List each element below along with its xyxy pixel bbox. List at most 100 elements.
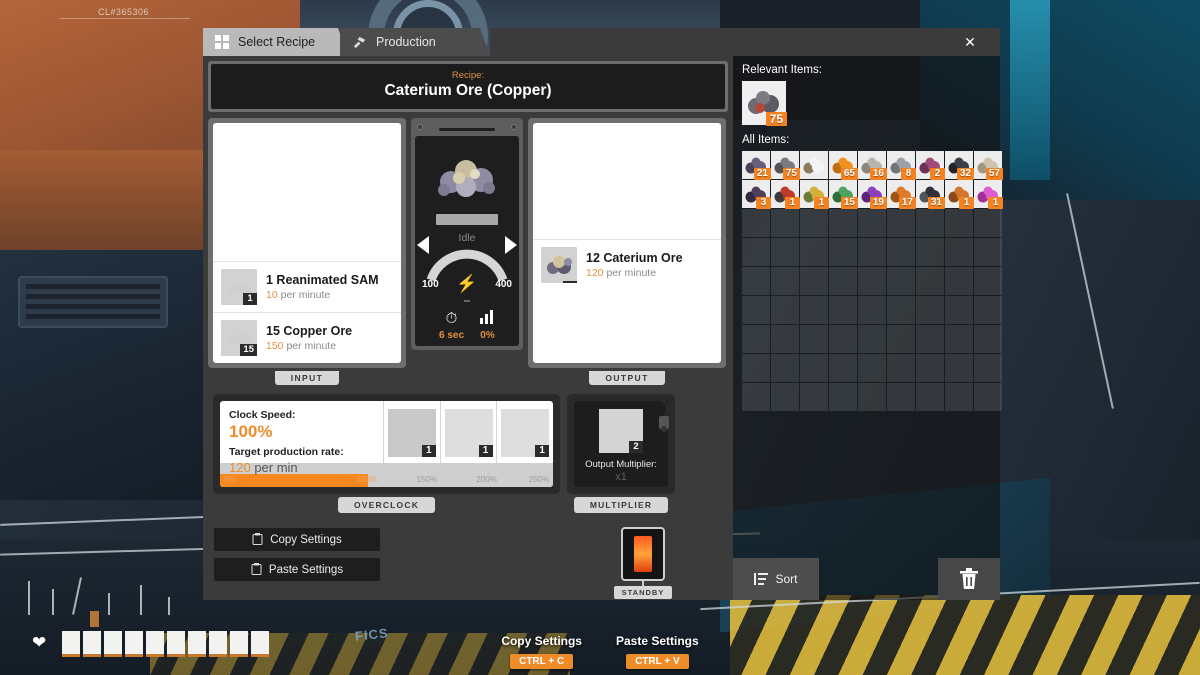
close-icon[interactable]: ✕ [940, 28, 1000, 56]
inventory-empty-slot[interactable] [800, 296, 828, 324]
inventory-empty-slot[interactable] [771, 325, 799, 353]
inventory-empty-slot[interactable] [829, 325, 857, 353]
prev-recipe-arrow-icon[interactable] [417, 236, 429, 254]
inventory-empty-slot[interactable] [829, 354, 857, 382]
inventory-item-ore-black[interactable]: 32 [945, 151, 974, 180]
inventory-empty-slot[interactable] [887, 238, 915, 266]
inventory-empty-slot[interactable] [945, 209, 973, 237]
inventory-item-crystal-pink[interactable]: 1 [974, 180, 1003, 209]
inventory-empty-slot[interactable] [742, 325, 770, 353]
inventory-empty-slot[interactable] [945, 325, 973, 353]
tab-select-recipe[interactable]: Select Recipe [203, 28, 348, 56]
sort-button[interactable]: Sort [733, 558, 819, 600]
inventory-empty-slot[interactable] [945, 296, 973, 324]
inventory-empty-slot[interactable] [742, 209, 770, 237]
inventory-item-crystal-purple[interactable]: 19 [858, 180, 887, 209]
inventory-empty-slot[interactable] [829, 267, 857, 295]
target-rate-value[interactable]: 120 per min [229, 460, 383, 475]
inventory-item-crate-orange[interactable]: 65 [829, 151, 858, 180]
inventory-item-tool-red[interactable]: 1 [771, 180, 800, 209]
inventory-grid[interactable]: 21 75 65 16 8 2 32 57 3 1 1 15 19 17 31 1 1 [742, 151, 1003, 411]
inventory-empty-slot[interactable] [771, 267, 799, 295]
inventory-item-ore-magenta[interactable]: 2 [916, 151, 945, 180]
inventory-empty-slot[interactable] [974, 354, 1002, 382]
inventory-empty-slot[interactable] [945, 238, 973, 266]
inventory-empty-slot[interactable] [858, 267, 886, 295]
relevant-item-slot[interactable]: 75 [742, 81, 787, 126]
inventory-item-ore-purple[interactable]: 21 [742, 151, 771, 180]
input-tab-label[interactable]: INPUT [274, 371, 340, 385]
inventory-empty-slot[interactable] [742, 383, 770, 411]
list-item[interactable]: 12 Caterium Ore 120 per minute [533, 239, 721, 290]
inventory-item-part-copper[interactable]: 1 [945, 180, 974, 209]
inventory-empty-slot[interactable] [945, 354, 973, 382]
inventory-empty-slot[interactable] [771, 354, 799, 382]
inventory-item-metal-grey[interactable]: 8 [887, 151, 916, 180]
inventory-empty-slot[interactable] [800, 325, 828, 353]
inventory-empty-slot[interactable] [800, 238, 828, 266]
inventory-empty-slot[interactable] [916, 267, 944, 295]
inventory-empty-slot[interactable] [887, 383, 915, 411]
inventory-item-crystal-green[interactable]: 15 [829, 180, 858, 209]
inventory-empty-slot[interactable] [916, 325, 944, 353]
inventory-empty-slot[interactable] [829, 383, 857, 411]
inventory-empty-slot[interactable] [742, 267, 770, 295]
multiplier-button[interactable]: MULTIPLIER [573, 497, 669, 513]
inventory-empty-slot[interactable] [858, 354, 886, 382]
inventory-empty-slot[interactable] [858, 238, 886, 266]
inventory-empty-slot[interactable] [916, 354, 944, 382]
inventory-empty-slot[interactable] [974, 383, 1002, 411]
inventory-empty-slot[interactable] [858, 383, 886, 411]
tab-production[interactable]: Production [340, 28, 490, 56]
inventory-empty-slot[interactable] [858, 209, 886, 237]
inventory-empty-slot[interactable] [742, 354, 770, 382]
inventory-empty-slot[interactable] [887, 325, 915, 353]
inventory-item-gear-black[interactable]: 31 [916, 180, 945, 209]
inventory-empty-slot[interactable] [771, 296, 799, 324]
inventory-empty-slot[interactable] [974, 296, 1002, 324]
overclock-button[interactable]: OVERCLOCK [337, 497, 436, 513]
inventory-empty-slot[interactable] [771, 209, 799, 237]
output-item-list[interactable]: 12 Caterium Ore 120 per minute [533, 123, 721, 363]
clock-speed-value[interactable]: 100% [229, 422, 383, 442]
inventory-empty-slot[interactable] [800, 354, 828, 382]
inventory-empty-slot[interactable] [974, 238, 1002, 266]
inventory-empty-slot[interactable] [916, 383, 944, 411]
inventory-empty-slot[interactable] [887, 267, 915, 295]
inventory-empty-slot[interactable] [887, 296, 915, 324]
inventory-empty-slot[interactable] [742, 238, 770, 266]
inventory-item-rock-grey[interactable]: 16 [858, 151, 887, 180]
inventory-empty-slot[interactable] [916, 296, 944, 324]
copy-settings-button[interactable]: Copy Settings [213, 527, 381, 552]
inventory-empty-slot[interactable] [858, 296, 886, 324]
inventory-empty-slot[interactable] [887, 354, 915, 382]
paste-settings-button[interactable]: Paste Settings [213, 557, 381, 582]
inventory-empty-slot[interactable] [916, 238, 944, 266]
inventory-empty-slot[interactable] [800, 209, 828, 237]
inventory-empty-slot[interactable] [771, 238, 799, 266]
inventory-item-ore-darkpurple[interactable]: 3 [742, 180, 771, 209]
inventory-empty-slot[interactable] [771, 383, 799, 411]
inventory-empty-slot[interactable] [742, 296, 770, 324]
inventory-empty-slot[interactable] [887, 209, 915, 237]
inventory-empty-slot[interactable] [974, 267, 1002, 295]
multiplier-slot[interactable]: 2 [599, 409, 643, 453]
delete-button[interactable] [938, 558, 1000, 600]
input-item-list[interactable]: 1 1 Reanimated SAM 10 per minute 15 15 C… [213, 123, 401, 363]
next-recipe-arrow-icon[interactable] [505, 236, 517, 254]
inventory-empty-slot[interactable] [829, 209, 857, 237]
inventory-empty-slot[interactable] [829, 238, 857, 266]
inventory-empty-slot[interactable] [916, 209, 944, 237]
inventory-empty-slot[interactable] [945, 267, 973, 295]
inventory-item-part-orange[interactable]: 17 [887, 180, 916, 209]
inventory-empty-slot[interactable] [974, 209, 1002, 237]
inventory-empty-slot[interactable] [974, 325, 1002, 353]
inventory-item-plant-yellow[interactable]: 1 [800, 180, 829, 209]
list-item[interactable]: 15 15 Copper Ore 150 per minute [213, 312, 401, 363]
inventory-item-ore-grey[interactable]: 75 [771, 151, 800, 180]
inventory-empty-slot[interactable] [945, 383, 973, 411]
standby-toggle[interactable] [621, 527, 665, 581]
inventory-empty-slot[interactable] [829, 296, 857, 324]
inventory-item-stone-tan[interactable]: 57 [974, 151, 1003, 180]
inventory-empty-slot[interactable] [800, 267, 828, 295]
